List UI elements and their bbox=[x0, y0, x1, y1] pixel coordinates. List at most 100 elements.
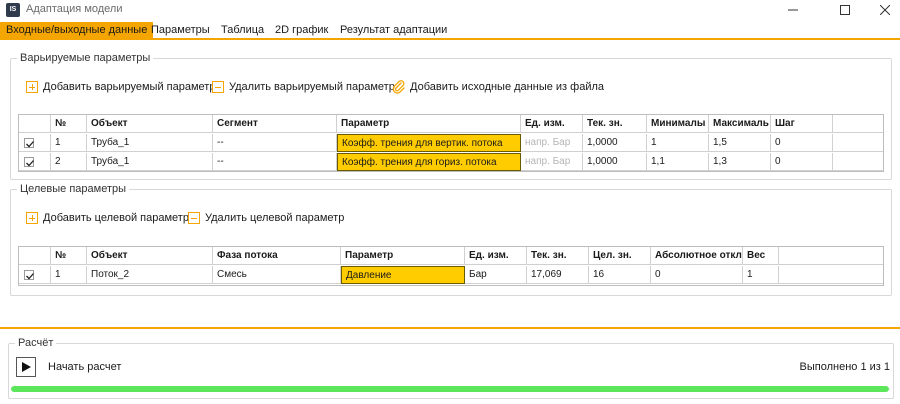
add-file-data-button[interactable]: Добавить исходные данные из файла bbox=[392, 80, 604, 94]
cell-parameter[interactable]: Коэфф. трения для вертик. потока bbox=[337, 134, 521, 152]
checkmark-icon bbox=[26, 160, 34, 167]
cell-parameter[interactable]: Коэфф. трения для гориз. потока bbox=[337, 153, 521, 171]
cell-current: 17,069 bbox=[527, 266, 589, 284]
cell-min[interactable]: 1 bbox=[647, 134, 709, 152]
checkmark-icon bbox=[26, 141, 34, 148]
cell-max[interactable]: 1,5 bbox=[709, 134, 771, 152]
header-check bbox=[19, 247, 51, 265]
add-varied-param-label: Добавить варьируемый параметр bbox=[43, 81, 216, 93]
tab-table[interactable]: Таблица bbox=[221, 22, 264, 38]
maximize-icon bbox=[840, 5, 850, 15]
table-header-row: № Объект Сегмент Параметр Ед. изм. Тек. … bbox=[19, 115, 883, 133]
target-params-title: Целевые параметры bbox=[17, 183, 130, 195]
cell-max[interactable]: 1,3 bbox=[709, 153, 771, 171]
tab-bar: Входные/выходные данные Параметры Таблиц… bbox=[0, 22, 900, 40]
column-header: Минималы bbox=[647, 115, 709, 133]
calc-title: Расчёт bbox=[15, 337, 57, 349]
close-icon bbox=[880, 5, 890, 15]
add-target-param-label: Добавить целевой параметр bbox=[43, 212, 189, 224]
tab-2d-chart[interactable]: 2D график bbox=[275, 22, 328, 38]
remove-varied-param-label: Удалить варьируемый параметр bbox=[229, 81, 395, 93]
app-logo-icon: IS bbox=[6, 3, 20, 17]
remove-target-param-label: Удалить целевой параметр bbox=[205, 212, 345, 224]
tab-input-output[interactable]: Входные/выходные данные bbox=[0, 22, 154, 38]
cell-current[interactable]: 1,0000 bbox=[583, 134, 647, 152]
tab-parameters[interactable]: Параметры bbox=[151, 22, 210, 38]
column-header: Параметр bbox=[337, 115, 521, 133]
window-title: Адаптация модели bbox=[26, 3, 123, 15]
paperclip-icon bbox=[392, 80, 405, 94]
cell-unit: напр. Бар bbox=[521, 134, 583, 152]
table-row[interactable]: 1 Поток_2 Смесь Давление Бар 17,069 16 0… bbox=[19, 266, 883, 284]
progress-fill bbox=[11, 386, 889, 392]
column-header: Шаг bbox=[771, 115, 833, 133]
remove-varied-param-button[interactable]: Удалить варьируемый параметр bbox=[212, 80, 395, 94]
row-checkbox[interactable] bbox=[24, 270, 34, 280]
cell-step[interactable]: 0 bbox=[771, 134, 833, 152]
row-checkbox[interactable] bbox=[24, 157, 34, 167]
plus-icon bbox=[26, 212, 38, 224]
plus-icon bbox=[26, 81, 38, 93]
column-header: Ед. изм. bbox=[465, 247, 527, 265]
add-target-param-button[interactable]: Добавить целевой параметр bbox=[26, 211, 189, 225]
minus-icon bbox=[188, 212, 200, 224]
target-params-table: № Объект Фаза потока Параметр Ед. изм. Т… bbox=[18, 246, 884, 286]
column-header: № bbox=[51, 247, 87, 265]
start-calc-label: Начать расчет bbox=[48, 361, 122, 373]
minimize-icon bbox=[788, 9, 798, 11]
cell-object: Труба_1 bbox=[87, 134, 213, 152]
column-header: Фаза потока bbox=[213, 247, 341, 265]
title-bar: IS Адаптация модели bbox=[0, 0, 900, 20]
cell-current[interactable]: 1,0000 bbox=[583, 153, 647, 171]
column-header: Максималь bbox=[709, 115, 771, 133]
minus-icon bbox=[212, 81, 224, 93]
row-check-cell bbox=[19, 153, 51, 171]
column-header: Ед. изм. bbox=[521, 115, 583, 133]
tab-adaptation-result[interactable]: Результат адаптации bbox=[340, 22, 447, 38]
start-calc-button[interactable] bbox=[16, 357, 36, 377]
section-separator bbox=[0, 327, 900, 329]
column-header: Цел. зн. bbox=[589, 247, 651, 265]
cell-num: 1 bbox=[51, 266, 87, 284]
row-check-cell bbox=[19, 266, 51, 284]
cell-num: 2 bbox=[51, 153, 87, 171]
cell-abs-deviation[interactable]: 0 bbox=[651, 266, 743, 284]
table-header-row: № Объект Фаза потока Параметр Ед. изм. Т… bbox=[19, 247, 883, 265]
row-check-cell bbox=[19, 134, 51, 152]
cell-object: Поток_2 bbox=[87, 266, 213, 284]
column-header: № bbox=[51, 115, 87, 133]
close-button[interactable] bbox=[862, 0, 900, 20]
column-header: Параметр bbox=[341, 247, 465, 265]
column-header: Объект bbox=[87, 247, 213, 265]
cell-unit: Бар bbox=[465, 266, 527, 284]
add-file-data-label: Добавить исходные данные из файла bbox=[410, 81, 604, 93]
cell-segment: -- bbox=[213, 153, 337, 171]
table-row[interactable]: 2 Труба_1 -- Коэфф. трения для гориз. по… bbox=[19, 153, 883, 171]
varied-params-table: № Объект Сегмент Параметр Ед. изм. Тек. … bbox=[18, 114, 884, 172]
varied-params-title: Варьируемые параметры bbox=[17, 52, 154, 64]
column-header: Объект bbox=[87, 115, 213, 133]
header-check bbox=[19, 115, 51, 133]
calc-status: Выполнено 1 из 1 bbox=[799, 361, 890, 373]
cell-target[interactable]: 16 bbox=[589, 266, 651, 284]
progress-bar bbox=[11, 386, 889, 392]
column-header: Сегмент bbox=[213, 115, 337, 133]
cell-object: Труба_1 bbox=[87, 153, 213, 171]
table-row[interactable]: 1 Труба_1 -- Коэфф. трения для вертик. п… bbox=[19, 134, 883, 152]
minimize-button[interactable] bbox=[770, 0, 816, 20]
column-header: Вес bbox=[743, 247, 779, 265]
add-varied-param-button[interactable]: Добавить варьируемый параметр bbox=[26, 80, 215, 94]
row-checkbox[interactable] bbox=[24, 138, 34, 148]
remove-target-param-button[interactable]: Удалить целевой параметр bbox=[188, 211, 344, 225]
cell-min[interactable]: 1,1 bbox=[647, 153, 709, 171]
cell-unit: напр. Бар bbox=[521, 153, 583, 171]
column-header: Тек. зн. bbox=[527, 247, 589, 265]
cell-parameter[interactable]: Давление bbox=[341, 266, 465, 284]
column-header: Абсолютное откл bbox=[651, 247, 743, 265]
cell-step[interactable]: 0 bbox=[771, 153, 833, 171]
cell-phase: Смесь bbox=[213, 266, 341, 284]
cell-weight[interactable]: 1 bbox=[743, 266, 779, 284]
checkmark-icon bbox=[26, 273, 34, 280]
play-icon bbox=[22, 362, 31, 372]
cell-segment: -- bbox=[213, 134, 337, 152]
